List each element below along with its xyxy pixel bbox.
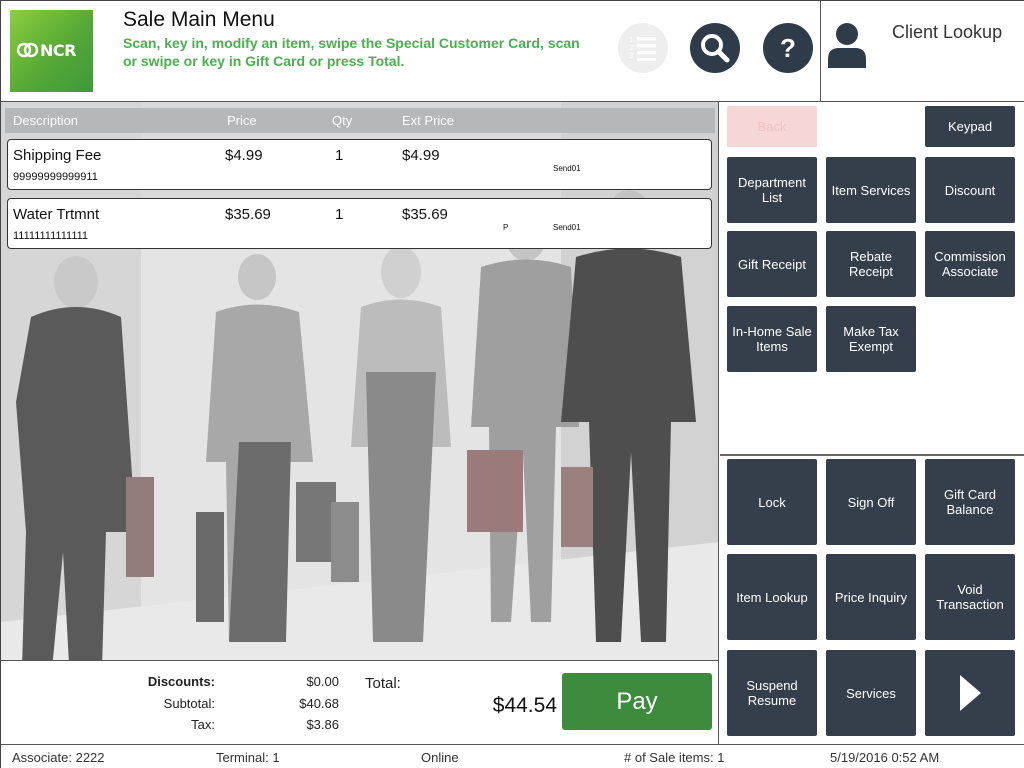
- discount-button[interactable]: Discount: [925, 157, 1015, 223]
- panel-divider: [720, 454, 1024, 456]
- ncr-logo: NCR: [10, 10, 93, 92]
- item-description: Water Trtmnt: [13, 206, 100, 223]
- page-instructions: Scan, key in, modify an item, swipe the …: [123, 35, 580, 69]
- table-row[interactable]: Shipping Fee 99999999999911 $4.99 1 $4.9…: [7, 139, 712, 190]
- play-arrow-icon: [960, 675, 981, 711]
- item-qty: 1: [335, 206, 344, 223]
- lock-button[interactable]: Lock: [727, 459, 817, 545]
- sign-off-button[interactable]: Sign Off: [826, 459, 916, 545]
- pay-button[interactable]: Pay: [562, 673, 712, 730]
- help-icon: ?: [780, 32, 796, 63]
- item-price: $35.69: [225, 206, 271, 223]
- help-button[interactable]: ?: [763, 23, 813, 73]
- gift-card-balance-button[interactable]: Gift Card Balance: [925, 459, 1015, 545]
- status-bar: Associate: 2222 Terminal: 1 Online # of …: [1, 744, 1024, 768]
- client-lookup-button[interactable]: Client Lookup: [820, 1, 1024, 101]
- status-associate: Associate: 2222: [12, 750, 105, 765]
- logo-text: NCR: [40, 41, 76, 60]
- item-sku: 99999999999911: [13, 171, 98, 183]
- services-button[interactable]: Services: [826, 650, 916, 736]
- tax-value: $3.86: [306, 717, 339, 732]
- rebate-receipt-button[interactable]: Rebate Receipt: [826, 231, 916, 297]
- discounts-label: Discounts:: [147, 674, 215, 689]
- svg-text:1: 1: [629, 36, 633, 44]
- status-connection: Online: [421, 750, 459, 765]
- page-title: Sale Main Menu: [123, 8, 275, 31]
- item-description: Shipping Fee: [13, 147, 102, 164]
- suspend-resume-button[interactable]: Suspend Resume: [727, 650, 817, 736]
- item-send: Send01: [553, 164, 581, 173]
- item-flag: P: [503, 223, 509, 232]
- back-button[interactable]: Back: [727, 106, 817, 147]
- in-home-sale-items-button[interactable]: In-Home Sale Items: [727, 306, 817, 372]
- gift-receipt-button[interactable]: Gift Receipt: [727, 231, 817, 297]
- table-row[interactable]: Water Trtmnt 11111111111111 $35.69 1 $35…: [7, 198, 712, 249]
- svg-text:3: 3: [629, 52, 633, 60]
- tax-label: Tax:: [191, 717, 215, 732]
- col-price: Price: [227, 113, 257, 128]
- status-datetime: 5/19/2016 0:52 AM: [830, 750, 940, 765]
- department-list-button[interactable]: Department List: [727, 157, 817, 223]
- table-header: Description Price Qty Ext Price: [5, 108, 715, 133]
- make-tax-exempt-button[interactable]: Make Tax Exempt: [826, 306, 916, 372]
- totals-panel: Discounts: $0.00 Subtotal: $40.68 Tax: $…: [1, 660, 718, 744]
- next-page-button[interactable]: [925, 650, 1015, 736]
- void-transaction-button[interactable]: Void Transaction: [925, 554, 1015, 640]
- transaction-area: Description Price Qty Ext Price Shipping…: [1, 102, 719, 744]
- ncr-logo-icon: [17, 42, 39, 58]
- keypad-button[interactable]: Keypad: [925, 106, 1015, 147]
- subtotal-value: $40.68: [299, 696, 339, 711]
- list-button[interactable]: 1 2 3: [618, 23, 668, 73]
- commission-associate-button[interactable]: Commission Associate: [925, 231, 1015, 297]
- item-qty: 1: [335, 147, 344, 164]
- discounts-value: $0.00: [306, 674, 339, 689]
- item-sku: 11111111111111: [13, 230, 89, 242]
- item-send: Send01: [553, 223, 581, 232]
- svg-text:2: 2: [629, 44, 633, 52]
- price-inquiry-button[interactable]: Price Inquiry: [826, 554, 916, 640]
- client-lookup-label: Client Lookup: [892, 22, 1003, 42]
- item-ext-price: $4.99: [402, 147, 440, 164]
- col-qty: Qty: [332, 113, 353, 128]
- item-services-button[interactable]: Item Services: [826, 157, 916, 223]
- total-label: Total:: [365, 675, 401, 692]
- status-terminal: Terminal: 1: [216, 750, 280, 765]
- subtotal-label: Subtotal:: [163, 696, 215, 711]
- item-lookup-button[interactable]: Item Lookup: [727, 554, 817, 640]
- total-value: $44.54: [492, 694, 557, 717]
- item-ext-price: $35.69: [402, 206, 448, 223]
- pos-window: NCR Sale Main Menu Scan, key in, modify …: [0, 0, 1024, 768]
- list-icon: 1 2 3: [629, 36, 656, 61]
- item-price: $4.99: [225, 147, 263, 164]
- search-button[interactable]: [690, 23, 740, 73]
- header: NCR Sale Main Menu Scan, key in, modify …: [1, 1, 1024, 102]
- col-ext-price: Ext Price: [402, 113, 455, 128]
- user-icon: [828, 23, 866, 68]
- col-description: Description: [13, 113, 79, 128]
- status-sale-items: # of Sale items: 1: [624, 750, 725, 765]
- search-icon: [701, 34, 730, 63]
